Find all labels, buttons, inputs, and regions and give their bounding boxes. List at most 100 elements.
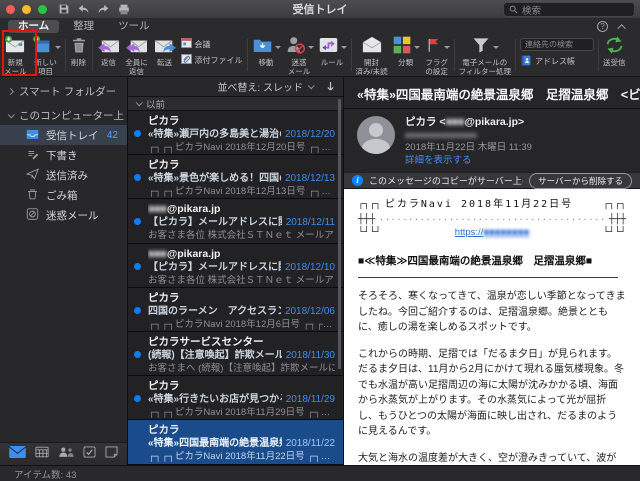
funnel-icon — [471, 35, 491, 60]
sidebar-item-junk[interactable]: 迷惑メール — [0, 205, 127, 225]
junk-icon — [26, 208, 39, 223]
sent-icon — [26, 168, 39, 183]
close-window-button[interactable] — [6, 5, 15, 14]
sidebar-item-sent[interactable]: 送信済み — [0, 165, 127, 185]
zoom-window-button[interactable] — [38, 5, 47, 14]
main-area: スマート フォルダー このコンピューター上 受信トレイ 42 下書き 送信済み … — [0, 77, 640, 465]
sidebar-section-smart-folders[interactable]: スマート フォルダー — [0, 81, 127, 101]
new-mail-icon — [4, 35, 26, 60]
meeting-icon — [181, 38, 192, 50]
junk-mail-button[interactable]: 迷惑 メール — [283, 35, 316, 75]
recipient-line-redacted: ■■■■■■■■■■■■■■ — [405, 129, 532, 141]
unread-dot — [134, 174, 141, 181]
folder-sidebar: スマート フォルダー このコンピューター上 受信トレイ 42 下書き 送信済み … — [0, 77, 128, 465]
delete-button[interactable]: 削除 — [68, 35, 90, 75]
move-button[interactable]: 移動 — [250, 35, 283, 75]
chevron-down-icon — [308, 46, 314, 49]
rules-button[interactable]: ルール — [316, 35, 349, 75]
drafts-icon — [26, 148, 39, 163]
inbox-unread-count: 42 — [107, 130, 127, 141]
tab-tools[interactable]: ツール — [108, 20, 160, 33]
filter-email-button[interactable]: 電子メールの フィルター処理 — [457, 35, 513, 75]
group-header-earlier[interactable]: 以前 — [128, 97, 343, 111]
categorize-button[interactable]: 分類 — [390, 35, 422, 75]
show-details-link[interactable]: 詳細を表示する — [405, 154, 532, 167]
attachment-button[interactable]: 添付ファイル — [181, 54, 243, 66]
contact-search-input[interactable]: 連絡先の検索 — [520, 38, 594, 51]
reply-icon — [97, 35, 121, 60]
message-list-item-selected[interactable]: ピカラ «特集»四国最南端の絶景温泉郷 足摺…2018/11/22 ┌┐┌┐ピカ… — [128, 420, 343, 464]
rules-icon — [318, 35, 339, 60]
newsletter-title: ピカラNavi 2018年11月22日号 — [385, 198, 573, 213]
notes-module-icon[interactable] — [105, 445, 118, 463]
body-paragraph: 大気と海水の温度差が大きく、空が澄みきっていて、波が立っていないという条件のため… — [358, 451, 626, 465]
sidebar-item-trash[interactable]: ごみ箱 — [0, 185, 127, 205]
ascii-art-header: ┌┐┌┐ピカラNavi 2018年11月22日号┌┐┌┐ ┼┼┼········… — [358, 198, 626, 240]
tab-organize[interactable]: 整理 — [63, 20, 104, 33]
sidebar-section-on-my-computer[interactable]: このコンピューター上 — [0, 105, 127, 125]
reading-pane: «特集»四国最南端の絶景温泉郷 足摺温泉郷 <ビ… ピカラ <■■■@pikar… — [344, 77, 640, 465]
delete-from-server-button[interactable]: サーバーから削除する — [529, 173, 632, 189]
forward-icon — [153, 35, 177, 60]
title-bar: 受信トレイ 検索 — [0, 0, 640, 19]
unread-dot — [134, 307, 141, 314]
search-placeholder: 検索 — [522, 3, 541, 17]
unread-dot — [134, 130, 141, 137]
sidebar-item-inbox[interactable]: 受信トレイ 42 — [0, 125, 127, 145]
chevron-down-icon — [341, 46, 347, 49]
calendar-module-icon[interactable] — [35, 445, 49, 463]
collapse-ribbon-icon[interactable] — [617, 24, 625, 32]
module-switcher — [0, 442, 127, 465]
help-icon[interactable]: ? — [597, 21, 608, 32]
chevron-down-icon — [444, 46, 450, 49]
trash-icon — [70, 35, 88, 60]
from-line: ピカラ <■■■@pikara.jp> — [405, 116, 532, 129]
people-module-icon[interactable] — [58, 445, 74, 463]
new-items-button[interactable]: 新しい 項目 — [29, 35, 63, 75]
message-list-item[interactable]: ■■■@pikara.jp 【ピカラ】メールアドレスに関する変更処…2018/1… — [128, 244, 343, 288]
unread-dot — [134, 351, 141, 358]
chevron-down-icon — [308, 82, 315, 89]
message-list: 並べ替え: スレッド 以前 ピカラ «特集»瀬戸内の多島美と湯治の郷 湯ノ…20… — [128, 77, 344, 465]
read-unread-button[interactable]: 開封 済み/未読 — [354, 35, 390, 75]
categorize-icon — [392, 35, 412, 60]
unread-dot — [134, 218, 141, 225]
flag-button[interactable]: フラグ の設定 — [422, 35, 452, 75]
tasks-module-icon[interactable] — [83, 445, 96, 463]
item-count: アイテム数: 43 — [14, 467, 76, 481]
undo-icon[interactable] — [78, 4, 89, 14]
message-list-item[interactable]: ピカラ «特集»瀬戸内の多島美と湯治の郷 湯ノ…2018/12/20 ┌┐┌┐ピ… — [128, 111, 343, 155]
info-icon: i — [352, 175, 363, 186]
body-headline: ■≪特集≫四国最南端の絶景温泉郷 足摺温泉郷■ — [358, 253, 626, 269]
forward-button[interactable]: 転送 — [151, 35, 179, 75]
meeting-button[interactable]: 会議 — [181, 38, 243, 50]
message-list-item[interactable]: ピカラ «特集»行きたいお店が見つかる！愛媛の…2018/11/29 ┌┐┌┐ピ… — [128, 376, 343, 420]
sort-bar[interactable]: 並べ替え: スレッド — [128, 77, 343, 97]
reply-button[interactable]: 返信 — [95, 35, 123, 75]
junk-person-icon — [285, 35, 306, 60]
send-receive-button[interactable]: 送受信 — [601, 35, 628, 75]
reply-all-button[interactable]: 全員に 返信 — [123, 35, 151, 75]
message-list-item[interactable]: ピカラサービスセンター (続報)【注意喚起】詐欺メールにご注…2018/11/3… — [128, 332, 343, 376]
message-subject: «特集»四国最南端の絶景温泉郷 足摺温泉郷 <ビ… — [344, 77, 640, 109]
message-list-item[interactable]: ピカラ «特集»景色が楽しめる！四国の乗りもの…2018/12/13 ┌┐┌┐ピ… — [128, 155, 343, 199]
redo-icon[interactable] — [98, 4, 109, 14]
message-header: ピカラ <■■■@pikara.jp> ■■■■■■■■■■■■■■ 2018年… — [344, 109, 640, 172]
sidebar-item-drafts[interactable]: 下書き — [0, 145, 127, 165]
mail-module-icon[interactable] — [9, 445, 26, 463]
message-list-item[interactable]: ■■■@pikara.jp 【ピカラ】メールアドレスに関する変更処…2018/1… — [128, 199, 343, 243]
scrollbar[interactable] — [338, 99, 341, 369]
print-icon[interactable] — [118, 4, 130, 15]
address-book-button[interactable]: アドレス帳 — [520, 55, 594, 68]
minimize-window-button[interactable] — [22, 5, 31, 14]
newsletter-link[interactable]: https://■■■■■■■■ — [455, 226, 529, 240]
chevron-down-icon — [493, 46, 499, 49]
search-input[interactable]: 検索 — [503, 2, 635, 17]
ribbon: 新規 メール 新しい 項目 削除 返信 全員に 返信 転送 会議 添付ファイル … — [0, 34, 640, 77]
save-icon[interactable] — [59, 4, 69, 14]
tab-home[interactable]: ホーム — [8, 20, 59, 33]
new-mail-button[interactable]: 新規 メール — [2, 35, 29, 75]
sort-direction-icon[interactable] — [326, 81, 335, 92]
chevron-down-icon — [136, 99, 143, 106]
message-list-item[interactable]: ピカラ 四国のラーメン アクセスランキング <…2018/12/06 ┌┐┌┐ピ… — [128, 288, 343, 332]
